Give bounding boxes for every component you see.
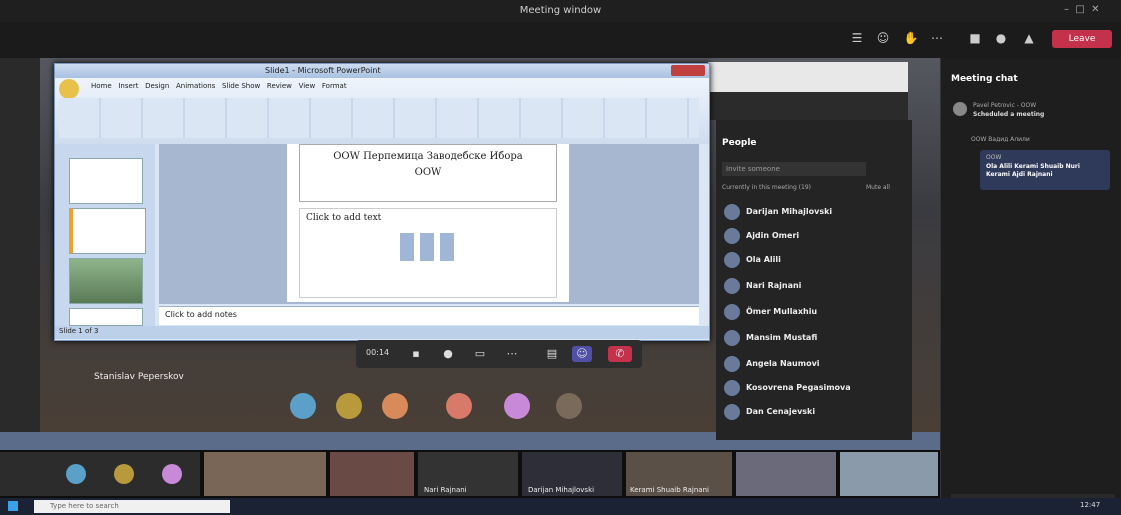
meeting-controls: 00:14 ▪ ● ▭ ⋯ ▤ ☺ ✆: [356, 340, 642, 368]
title-placeholder[interactable]: OOW Перпемица Заводебске Ибора OOW: [299, 144, 557, 202]
person-row[interactable]: Mansim Mustafi: [724, 330, 904, 348]
share-icon[interactable]: ▲: [1020, 31, 1038, 45]
presenter-name: Stanislav Peperskov: [94, 372, 184, 382]
chat-panel: Meeting chat Pavel Petrovic - OOW Schedu…: [940, 58, 1121, 510]
more-icon[interactable]: ⋯: [928, 31, 946, 45]
people-icon[interactable]: ☺: [572, 346, 592, 362]
shared-meeting-header: [708, 92, 908, 120]
powerpoint-window: Slide1 - Microsoft PowerPoint Home Inser…: [54, 63, 710, 341]
avatar: [953, 102, 967, 116]
participant-avatar: [290, 393, 316, 419]
meeting-timer: 00:14: [366, 348, 390, 357]
mute-all-button[interactable]: Mute all: [866, 184, 890, 191]
taskbar-search[interactable]: Type here to search: [34, 500, 230, 513]
ribbon-groups[interactable]: [59, 98, 699, 138]
participant-avatar: [114, 464, 134, 484]
video-tile[interactable]: [204, 452, 326, 496]
person-row[interactable]: Ajdin Omeri: [724, 228, 904, 246]
ppt-status-bar: Slide 1 of 3: [55, 326, 709, 339]
person-row[interactable]: Dan Cenajevski: [724, 404, 904, 422]
avatar: [724, 204, 740, 220]
participant-avatar: [446, 393, 472, 419]
video-tile[interactable]: [840, 452, 938, 496]
system-message: Scheduled a meeting: [973, 111, 1045, 118]
person-row[interactable]: Kosovrena Pegasimova: [724, 380, 904, 398]
video-tile[interactable]: Kerami Shuaib Rajnani: [626, 452, 732, 496]
avatar: [724, 356, 740, 372]
insert-content-icons[interactable]: [400, 233, 456, 261]
video-tile[interactable]: [736, 452, 836, 496]
shared-browser-bar: [708, 62, 908, 92]
office-button-icon[interactable]: [59, 79, 79, 99]
bullet-text: Click to add text: [306, 213, 382, 223]
video-tile[interactable]: [330, 452, 414, 496]
person-row[interactable]: Ömer Mullaxhiu: [724, 304, 904, 322]
ppt-ribbon: Home Insert Design Animations Slide Show…: [55, 78, 709, 144]
people-search[interactable]: Invite someone: [722, 162, 866, 176]
participant-avatar: [504, 393, 530, 419]
ppt-title-bar: Slide1 - Microsoft PowerPoint: [55, 64, 709, 78]
people-section: Currently in this meeting (19): [722, 184, 811, 191]
chat-header: Meeting chat: [951, 74, 1018, 84]
mic-icon[interactable]: ●: [438, 346, 458, 362]
mic-icon[interactable]: ●: [992, 31, 1010, 45]
system-sender: Pavel Petrovic - OOW: [973, 102, 1037, 109]
slide: OOW Перпемица Заводебске Ибора OOW Click…: [287, 144, 569, 302]
participant-avatar: [382, 393, 408, 419]
message-sender: OOW Вадид Алили: [971, 136, 1030, 143]
people-header: People: [722, 138, 757, 148]
chat-bubble: OOW Ola Alili Kerami Shuaib Nuri Kerami …: [980, 150, 1110, 190]
video-tile[interactable]: [0, 452, 200, 496]
window-title: Meeting window: [519, 5, 602, 16]
avatar: [724, 228, 740, 244]
raise-hand-icon[interactable]: ✋: [902, 31, 920, 45]
avatar: [724, 278, 740, 294]
participant-avatar: [556, 393, 582, 419]
title-bar: Meeting window – □ ✕: [0, 0, 1121, 22]
clock: 12:47: [1080, 501, 1101, 509]
ribbon-tabs[interactable]: Home Insert Design Animations Slide Show…: [91, 82, 347, 90]
chat-icon[interactable]: ▤: [542, 346, 562, 362]
chat-icon[interactable]: ☰: [848, 31, 866, 45]
person-row[interactable]: Angela Naumovi: [724, 356, 904, 374]
avatar: [724, 252, 740, 268]
slide-thumbnail[interactable]: [69, 308, 143, 326]
slide-thumbnail[interactable]: [69, 258, 143, 304]
slide-thumbnail[interactable]: [69, 208, 146, 254]
participant-avatar: [162, 464, 182, 484]
people-icon[interactable]: ☺: [874, 31, 892, 45]
slide-thumbnail[interactable]: [69, 158, 143, 204]
avatar: [724, 380, 740, 396]
content-placeholder[interactable]: Click to add text: [299, 208, 557, 298]
window-controls[interactable]: – □ ✕: [1064, 4, 1100, 15]
chat-message-text: Ola Alili Kerami Shuaib Nuri Kerami Ajdi…: [986, 163, 1080, 178]
person-row[interactable]: Ola Alili: [724, 252, 904, 270]
avatar: [724, 330, 740, 346]
video-tile[interactable]: Darijan Mihajlovski: [522, 452, 622, 496]
person-row[interactable]: Nari Rajnani: [724, 278, 904, 296]
leave-button[interactable]: Leave: [1052, 30, 1112, 48]
ppt-close-icon[interactable]: [671, 65, 705, 76]
participant-avatar: [336, 393, 362, 419]
avatar: [724, 404, 740, 420]
avatar: [724, 304, 740, 320]
camera-icon[interactable]: ■: [966, 31, 984, 45]
ppt-title: Slide1 - Microsoft PowerPoint: [265, 66, 381, 75]
video-tile[interactable]: Nari Rajnani: [418, 452, 518, 496]
slides-pane: [55, 144, 155, 326]
person-row[interactable]: Darijan Mihajlovski: [724, 204, 904, 222]
notes-pane[interactable]: Click to add notes: [159, 306, 699, 325]
hang-up-button[interactable]: ✆: [608, 346, 632, 362]
camera-icon[interactable]: ▪: [406, 346, 426, 362]
windows-start-icon[interactable]: [8, 501, 18, 511]
more-icon[interactable]: ⋯: [502, 346, 522, 362]
share-icon[interactable]: ▭: [470, 346, 490, 362]
meeting-toolbar: ☰ ☺ ✋ ⋯ ■ ● ▲: [0, 22, 1121, 58]
participant-avatar: [66, 464, 86, 484]
